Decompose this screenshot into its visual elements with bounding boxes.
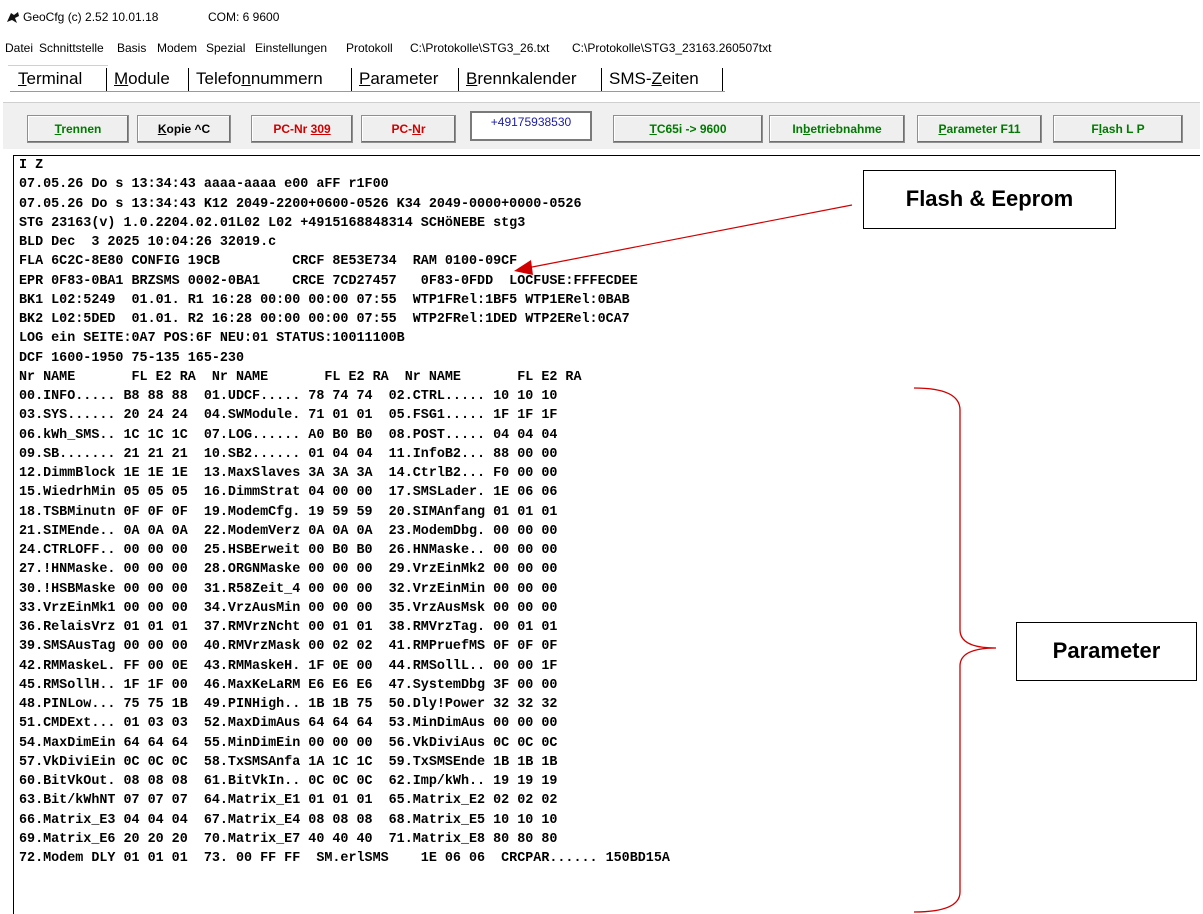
com-status: COM: 6 9600 (208, 10, 280, 24)
menu-spezial[interactable]: Spezial (206, 41, 245, 55)
terminal-output[interactable]: I Z 07.05.26 Do s 13:34:43 aaaa-aaaa e00 … (13, 155, 1200, 914)
menu-datei[interactable]: Datei (5, 41, 33, 55)
menu-schnittstelle[interactable]: Schnittstelle (39, 41, 104, 55)
terminal-line: DCF 1600-1950 75-135 165-230 (19, 350, 244, 366)
terminal-line: BK1 L02:5249 01.01. R1 16:28 00:00 00:00… (19, 292, 630, 308)
phone-number-field[interactable]: +49175938530 (470, 111, 592, 141)
terminal-line: 27.!HNMaske. 00 00 00 28.ORGNMaske 00 00… (19, 562, 558, 578)
menu-recent-file-2[interactable]: C:\Protokolle\STG3_23163.260507txt (572, 41, 771, 55)
button-panel: Trennen Kopie ^C PC-Nr 309 PC-Nr +491759… (3, 102, 1200, 149)
tab-separator (106, 68, 107, 92)
tab-baseline (10, 91, 725, 92)
tab-parameter[interactable]: Parameter (353, 67, 444, 91)
terminal-line: 57.VkDiviEin 0C 0C 0C 58.TxSMSAnfa 1A 1C… (19, 754, 558, 770)
tab-separator (458, 68, 459, 92)
terminal-line: 33.VrzEinMk1 00 00 00 34.VrzAusMin 00 00… (19, 600, 558, 616)
terminal-line: I Z (19, 158, 44, 173)
terminal-line: 45.RMSollH.. 1F 1F 00 46.MaxKeLaRM E6 E6… (19, 677, 558, 693)
tab-sms-zeiten[interactable]: SMS-Zeiten (603, 67, 705, 91)
terminal-line: BK2 L02:5DED 01.01. R2 16:28 00:00 00:00… (19, 312, 630, 327)
terminal-line: 24.CTRLOFF.. 00 00 00 25.HSBErweit 00 B0… (19, 543, 558, 558)
terminal-line: 69.Matrix_E6 20 20 20 70.Matrix_E7 40 40… (19, 831, 558, 847)
terminal-line: 09.SB....... 21 21 21 10.SB2...... 01 04… (19, 446, 558, 462)
terminal-line: EPR 0F83-0BA1 BRZSMS 0002-0BA1 CRCE 7CD2… (19, 273, 638, 289)
menu-protokoll[interactable]: Protokoll (346, 41, 393, 55)
tab-separator (351, 68, 352, 92)
terminal-line: 63.Bit/kWhNT 07 07 07 64.Matrix_E1 01 01… (19, 793, 558, 809)
inbetriebnahme-button[interactable]: Inbetriebnahme (769, 115, 905, 143)
terminal-line: LOG ein SEITE:0A7 POS:6F NEU:01 STATUS:1… (19, 331, 405, 347)
terminal-line: 66.Matrix_E3 04 04 04 67.Matrix_E4 08 08… (19, 812, 558, 828)
tab-module[interactable]: Module (108, 67, 176, 91)
terminal-line: 21.SIMEnde.. 0A 0A 0A 22.ModemVerz 0A 0A… (19, 523, 558, 539)
tab-active-top (8, 65, 108, 66)
terminal-line: Nr NAME FL E2 RA Nr NAME FL E2 RA Nr NAM… (19, 369, 582, 385)
app-icon (7, 12, 19, 23)
flash-eeprom-label: Flash & Eeprom (863, 170, 1116, 229)
tab-separator (601, 68, 602, 92)
trennen-button[interactable]: Trennen (27, 115, 129, 143)
terminal-line: 36.RelaisVrz 01 01 01 37.RMVrzNcht 00 01… (19, 620, 558, 635)
terminal-line: STG 23163(v) 1.0.2204.02.01L02 L02 +4915… (19, 215, 526, 231)
terminal-line: 06.kWh_SMS.. 1C 1C 1C 07.LOG...... A0 B0… (19, 427, 558, 443)
pc-nr-309-button[interactable]: PC-Nr 309 (251, 115, 353, 143)
terminal-line: 18.TSBMinutn 0F 0F 0F 19.ModemCfg. 19 59… (19, 504, 558, 520)
terminal-line: 51.CMDExt... 01 03 03 52.MaxDimAus 64 64… (19, 716, 558, 732)
parameter-f11-button[interactable]: Parameter F11 (917, 115, 1042, 143)
terminal-line: 48.PINLow... 75 75 1B 49.PINHigh.. 1B 1B… (19, 697, 558, 712)
pc-nr-button[interactable]: PC-Nr (361, 115, 456, 143)
terminal-line: 03.SYS...... 20 24 24 04.SWModule. 71 01… (19, 408, 558, 424)
terminal-line: BLD Dec 3 2025 10:04:26 32019.c (19, 235, 277, 250)
menu-einstellungen[interactable]: Einstellungen (255, 41, 327, 55)
tc65i-button[interactable]: TC65i -> 9600 (613, 115, 763, 143)
terminal-line: 12.DimmBlock 1E 1E 1E 13.MaxSlaves 3A 3A… (19, 466, 558, 481)
terminal-line: 39.SMSAusTag 00 00 00 40.RMVrzMask 00 02… (19, 639, 558, 655)
tab-telefonnummern[interactable]: Telefonnummern (190, 67, 329, 91)
menu-modem[interactable]: Modem (157, 41, 197, 55)
terminal-line: 60.BitVkOut. 08 08 08 61.BitVkIn.. 0C 0C… (19, 774, 558, 789)
terminal-line: 00.INFO..... B8 88 88 01.UDCF..... 78 74… (19, 389, 558, 404)
tab-strip: Terminal Module Telefonnummern Parameter… (0, 60, 1203, 100)
terminal-line: 30.!HSBMaske 00 00 00 31.R58Zeit_4 00 00… (19, 581, 558, 597)
app-title: GeoCfg (c) 2.52 10.01.18 (23, 10, 159, 24)
terminal-line: 15.WiedrhMin 05 05 05 16.DimmStrat 04 00… (19, 485, 558, 501)
terminal-line: 07.05.26 Do s 13:34:43 K12 2049-2200+060… (19, 196, 582, 212)
tab-separator (722, 68, 723, 92)
terminal-line: 72.Modem DLY 01 01 01 73. 00 FF FF SM.er… (19, 851, 670, 866)
tab-terminal[interactable]: Terminal (12, 67, 88, 91)
terminal-line: 54.MaxDimEin 64 64 64 55.MinDimEin 00 00… (19, 735, 558, 751)
menu-bar: Datei Schnittstelle Basis Modem Spezial … (0, 32, 1203, 60)
terminal-line: 07.05.26 Do s 13:34:43 aaaa-aaaa e00 aFF… (19, 177, 389, 193)
flash-button[interactable]: Flash L P (1053, 115, 1183, 143)
terminal-line: FLA 6C2C-8E80 CONFIG 19CB CRCF 8E53E734 … (19, 254, 518, 270)
tab-separator (188, 68, 189, 92)
menu-basis[interactable]: Basis (117, 41, 146, 55)
terminal-line: 42.RMMaskeL. FF 00 0E 43.RMMaskeH. 1F 0E… (19, 658, 558, 674)
menu-recent-file-1[interactable]: C:\Protokolle\STG3_26.txt (410, 41, 549, 55)
tab-brennkalender[interactable]: Brennkalender (460, 67, 583, 91)
title-bar: GeoCfg (c) 2.52 10.01.18 COM: 6 9600 (0, 0, 1203, 32)
kopie-button[interactable]: Kopie ^C (137, 115, 231, 143)
parameter-label: Parameter (1016, 622, 1197, 681)
